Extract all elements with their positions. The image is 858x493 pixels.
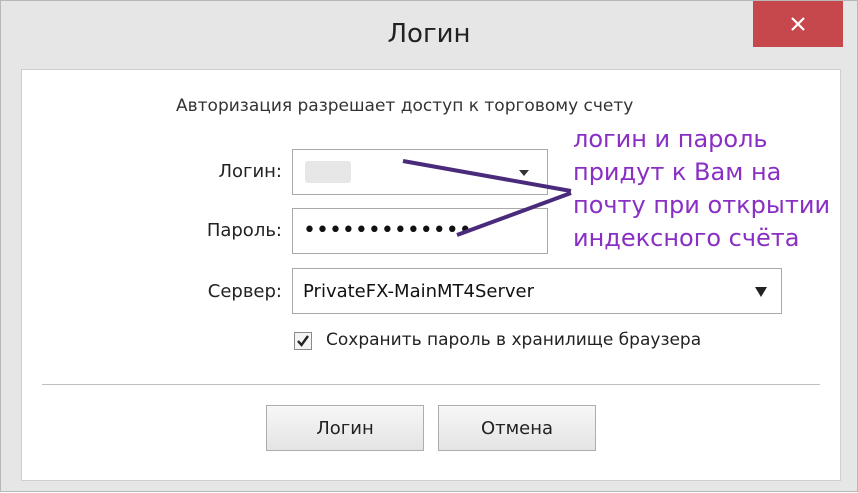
annotation-line: почту при открытии — [573, 191, 831, 219]
arrow-to-login — [402, 159, 572, 193]
annotation-line: придут к Вам на — [573, 158, 782, 186]
annotation-text: логин и пароль придут к Вам на почту при… — [573, 123, 853, 255]
arrow-to-password — [456, 191, 572, 237]
annotation-line: индексного счёта — [573, 224, 800, 252]
annotation-line: логин и пароль — [573, 125, 768, 153]
login-dialog: Логин Авторизация разрешает доступ к тор… — [0, 0, 858, 492]
